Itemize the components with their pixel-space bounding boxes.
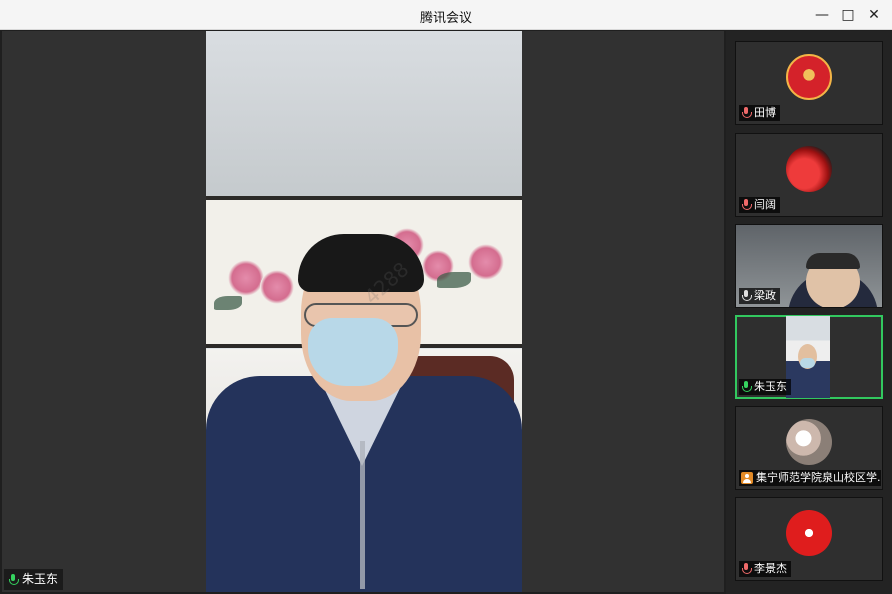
red-logo-avatar xyxy=(786,510,832,556)
participant-tile[interactable]: 闫阔 xyxy=(735,133,883,217)
microphone-icon xyxy=(741,199,752,211)
minimize-icon: — xyxy=(815,7,829,23)
participant-name: 朱玉东 xyxy=(754,380,787,393)
main-video-area[interactable]: 4288 朱玉东 xyxy=(2,31,724,592)
participant-tile[interactable]: 田博 xyxy=(735,41,883,125)
participant-sidebar[interactable]: 田博 闫阔 梁政 朱玉东 集宁师范学院泉山校区学... 李景杰 xyxy=(726,31,892,594)
window-titlebar: 腾讯会议 — □ ✕ xyxy=(0,0,892,30)
participant-name: 梁政 xyxy=(754,289,776,302)
main-speaker-name-tag: 朱玉东 xyxy=(4,569,64,590)
party-emblem-avatar xyxy=(786,54,832,100)
leaf-icon xyxy=(437,272,471,288)
jacket-zipper xyxy=(360,441,365,589)
peony-flower-icon xyxy=(468,244,504,280)
participant-tile[interactable]: 李景杰 xyxy=(735,497,883,581)
participant-label: 梁政 xyxy=(739,288,780,304)
participant-tile[interactable]: 梁政 xyxy=(735,224,883,308)
main-speaker-video[interactable]: 4288 xyxy=(206,31,522,592)
peony-flower-icon xyxy=(228,260,264,296)
face-mask xyxy=(308,318,398,386)
animal-photo-avatar xyxy=(786,419,832,465)
participant-label: 集宁师范学院泉山校区学... xyxy=(739,470,881,486)
minimize-button[interactable]: — xyxy=(810,4,834,26)
leaf-icon xyxy=(214,296,242,310)
video-background-wall xyxy=(206,31,522,196)
microphone-icon xyxy=(741,107,752,119)
participant-name: 李景杰 xyxy=(754,562,787,575)
participant-label: 李景杰 xyxy=(739,561,791,577)
participant-name: 田博 xyxy=(754,106,776,119)
maximize-button[interactable]: □ xyxy=(836,4,860,26)
microphone-icon xyxy=(8,573,19,586)
participant-video-thumbnail xyxy=(786,316,830,398)
participant-name: 闫阔 xyxy=(754,198,776,211)
user-icon xyxy=(741,472,753,484)
close-button[interactable]: ✕ xyxy=(862,4,886,26)
participant-name: 集宁师范学院泉山校区学... xyxy=(756,471,881,484)
peony-flower-icon xyxy=(260,270,294,304)
participant-label: 闫阔 xyxy=(739,197,780,213)
close-icon: ✕ xyxy=(868,7,880,23)
microphone-icon xyxy=(741,563,752,575)
speaker-hair xyxy=(298,234,424,292)
participant-label: 田博 xyxy=(739,105,780,121)
active-participant-tile[interactable]: 朱玉东 xyxy=(735,315,883,399)
microphone-icon xyxy=(741,381,752,393)
maximize-icon: □ xyxy=(841,7,855,23)
microphone-icon xyxy=(741,290,752,302)
participant-tile[interactable]: 集宁师范学院泉山校区学... xyxy=(735,406,883,490)
red-flag-avatar xyxy=(786,146,832,192)
participant-hair xyxy=(806,253,860,269)
participant-label: 朱玉东 xyxy=(739,379,791,395)
window-title: 腾讯会议 xyxy=(419,11,472,26)
face-mask xyxy=(800,358,815,368)
main-speaker-name: 朱玉东 xyxy=(22,572,59,586)
